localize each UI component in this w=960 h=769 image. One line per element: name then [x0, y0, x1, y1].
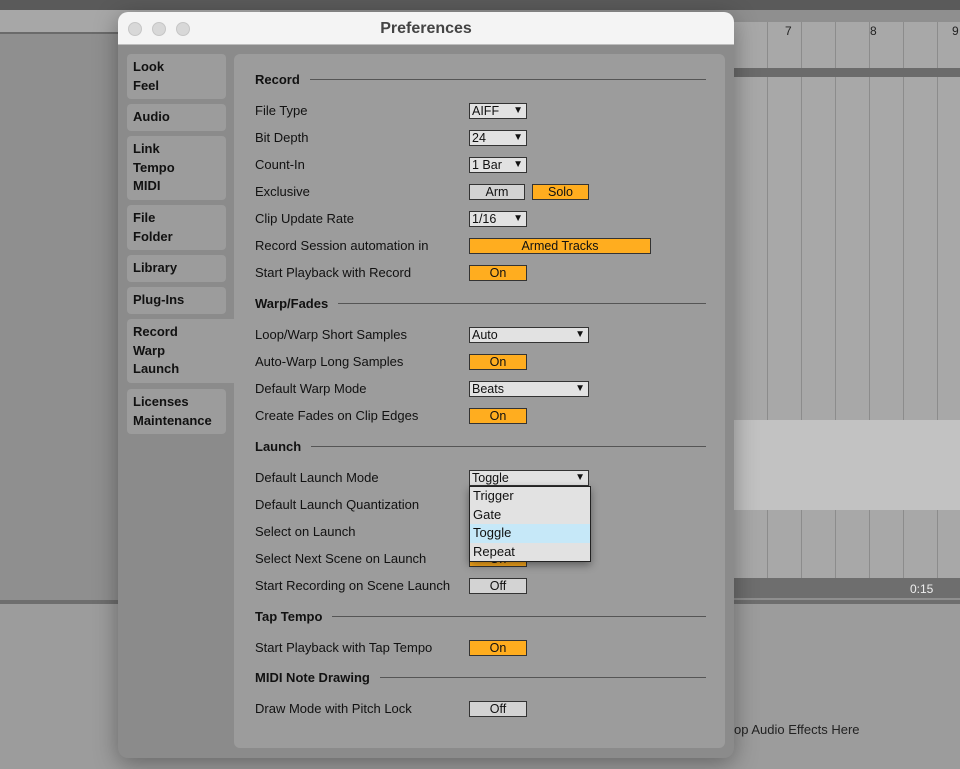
menu-option-trigger[interactable]: Trigger [470, 487, 590, 506]
tab-label: Launch [133, 361, 180, 376]
ruler-8: 8 [870, 24, 877, 38]
menu-option-toggle[interactable]: Toggle [470, 524, 590, 543]
time-label: 0:15 [910, 582, 934, 596]
exclusive-solo-button[interactable]: Solo [532, 184, 589, 200]
sidebar-tab-licenses[interactable]: Licenses Maintenance [127, 389, 226, 434]
clip-highlight [734, 420, 960, 510]
section-warp-fades: Warp/Fades [255, 296, 706, 311]
start-recording-on-scene-launch-toggle[interactable]: Off [469, 578, 527, 594]
preferences-dialog: Preferences Look Feel Audio Link Tempo MIDI Fi… [118, 12, 734, 758]
label-exclusive: Exclusive [255, 184, 310, 199]
label-start-playback-with-tap-tempo: Start Playback with Tap Tempo [255, 640, 433, 655]
section-midi-note-drawing: MIDI Note Drawing [255, 670, 706, 685]
sidebar-tab-look[interactable]: Look Feel [127, 54, 226, 99]
label-start-playback-with-record: Start Playback with Record [255, 265, 412, 280]
sidebar-tab-file[interactable]: File Folder [127, 205, 226, 250]
label-auto-warp-long-samples: Auto-Warp Long Samples [255, 354, 404, 369]
close-button[interactable] [128, 22, 142, 36]
label-loop-warp-short-samples: Loop/Warp Short Samples [255, 327, 407, 342]
minimize-button[interactable] [152, 22, 166, 36]
label-select-on-launch: Select on Launch [255, 524, 356, 539]
section-record: Record [255, 72, 706, 87]
tab-label: Record [133, 324, 178, 339]
file-type-dropdown[interactable]: AIFF [469, 103, 527, 119]
arrangement-area [734, 22, 960, 597]
section-title: Record [255, 72, 300, 87]
sidebar-tab-library[interactable]: Library [127, 255, 226, 282]
auto-warp-long-samples-toggle[interactable]: On [469, 354, 527, 370]
section-title: MIDI Note Drawing [255, 670, 370, 685]
drop-audio-effects-hint[interactable]: op Audio Effects Here [734, 722, 860, 737]
section-tap-tempo: Tap Tempo [255, 609, 706, 624]
tab-label: Plug-Ins [133, 292, 185, 307]
draw-mode-with-pitch-lock-toggle[interactable]: Off [469, 701, 527, 717]
label-default-launch-mode: Default Launch Mode [255, 470, 379, 485]
label-record-session-automation-in: Record Session automation in [255, 238, 429, 253]
ruler-9: 9 [952, 24, 959, 38]
count-in-dropdown[interactable]: 1 Bar [469, 157, 527, 173]
sidebar-tab-audio[interactable]: Audio [127, 104, 226, 131]
section-title: Tap Tempo [255, 609, 323, 624]
tab-label: Warp [133, 342, 166, 358]
label-start-recording-on-scene-launch: Start Recording on Scene Launch [255, 578, 451, 593]
window-title: Preferences [380, 20, 472, 37]
clip-update-rate-dropdown[interactable]: 1/16 [469, 211, 527, 227]
sidebar-tab-plugins[interactable]: Plug-Ins [127, 287, 226, 314]
bit-depth-dropdown[interactable]: 24 [469, 130, 527, 146]
label-default-warp-mode: Default Warp Mode [255, 381, 367, 396]
track-bar [734, 68, 960, 77]
section-title: Warp/Fades [255, 296, 329, 311]
launch-mode-menu: Trigger Gate Toggle Repeat [469, 486, 591, 562]
label-draw-mode-with-pitch-lock: Draw Mode with Pitch Lock [255, 701, 412, 716]
loop-warp-short-samples-dropdown[interactable]: Auto [469, 327, 589, 343]
label-bit-depth: Bit Depth [255, 130, 309, 145]
exclusive-arm-button[interactable]: Arm [469, 184, 525, 200]
tab-label: Licenses [133, 394, 189, 409]
tab-label: Maintenance [133, 412, 212, 428]
label-select-next-scene-on-launch: Select Next Scene on Launch [255, 551, 427, 566]
default-warp-mode-dropdown[interactable]: Beats [469, 381, 589, 397]
app-top-bar [0, 0, 960, 10]
tab-label: Library [133, 260, 178, 275]
label-default-launch-quantization: Default Launch Quantization [255, 497, 420, 512]
settings-panel: Record File Type AIFF Bit Depth 24 Count-In 1 … [234, 54, 725, 748]
start-playback-with-tap-tempo-toggle[interactable]: On [469, 640, 527, 656]
tab-label: Tempo [133, 159, 175, 175]
label-create-fades-on-clip-edges: Create Fades on Clip Edges [255, 408, 419, 423]
create-fades-on-clip-edges-toggle[interactable]: On [469, 408, 527, 424]
label-count-in: Count-In [255, 157, 305, 172]
zoom-button[interactable] [176, 22, 190, 36]
title-bar: Preferences [118, 12, 734, 45]
menu-option-repeat[interactable]: Repeat [470, 543, 590, 562]
record-session-automation-in-button[interactable]: Armed Tracks [469, 238, 651, 254]
default-launch-mode-dropdown[interactable]: Toggle [469, 470, 589, 486]
sidebar-tab-record[interactable]: Record Warp Launch [127, 319, 235, 383]
start-playback-with-record-toggle[interactable]: On [469, 265, 527, 281]
label-clip-update-rate: Clip Update Rate [255, 211, 354, 226]
tab-label: File [133, 210, 156, 225]
section-title: Launch [255, 439, 302, 454]
tab-label: Feel [133, 77, 160, 93]
tab-label: MIDI [133, 178, 161, 193]
label-file-type: File Type [255, 103, 308, 118]
tab-label: Link [133, 141, 160, 156]
tab-label: Audio [133, 109, 170, 124]
sidebar-tab-link[interactable]: Link Tempo MIDI [127, 136, 226, 200]
menu-option-gate[interactable]: Gate [470, 506, 590, 525]
section-launch: Launch [255, 439, 706, 454]
tab-label: Folder [133, 228, 173, 244]
tab-label: Look [133, 59, 165, 74]
ruler-7: 7 [785, 24, 792, 38]
